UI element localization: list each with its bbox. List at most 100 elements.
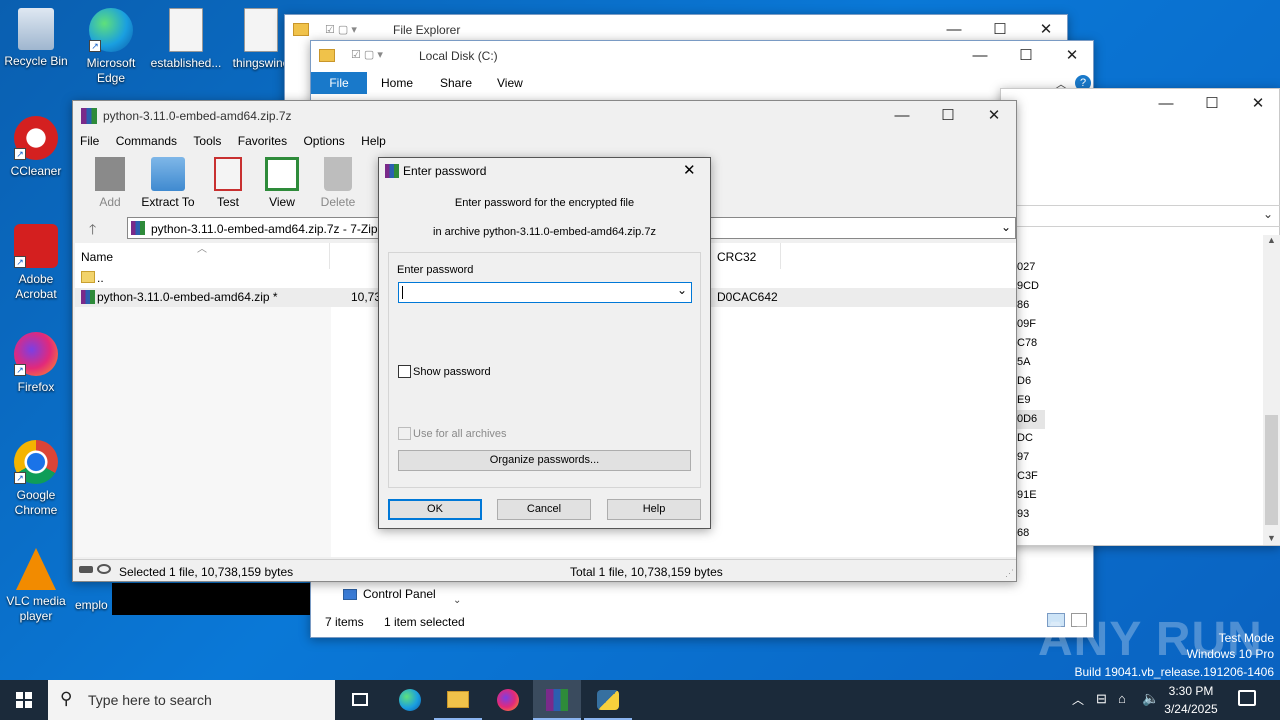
desktop-icon-edge[interactable]: ↗ Microsoft Edge xyxy=(75,8,147,86)
chevron-down-icon[interactable]: ⌄ xyxy=(1263,207,1273,221)
scroll-down-icon[interactable]: ▼ xyxy=(1263,533,1280,543)
menu-commands[interactable]: Commands xyxy=(116,134,177,148)
maximize-button[interactable]: ☐ xyxy=(1189,89,1235,119)
minimize-button[interactable]: — xyxy=(957,41,1003,71)
password-input[interactable]: ⌄ xyxy=(398,282,692,303)
tool-label: Delete xyxy=(320,195,356,209)
vertical-scrollbar[interactable]: ▲ ▼ xyxy=(1263,235,1280,545)
password-label: Enter password xyxy=(397,264,474,276)
crc-cell: 86 xyxy=(1017,299,1030,311)
windows-logo-icon xyxy=(16,692,32,708)
menu-tools[interactable]: Tools xyxy=(193,134,221,148)
crc-cell: E9 xyxy=(1017,394,1031,406)
nav-item-label: Control Panel xyxy=(363,587,436,601)
desktop-icon-firefox[interactable]: ↗ Firefox xyxy=(0,332,72,395)
tray-chevron-up-icon[interactable]: ︿ xyxy=(1072,691,1084,708)
view-button[interactable]: View xyxy=(253,157,311,209)
menu-file[interactable]: File xyxy=(80,134,99,148)
os-text: Windows 10 Pro xyxy=(1186,647,1274,661)
truncated-count: 4 i xyxy=(297,588,310,602)
add-button[interactable]: Add xyxy=(81,157,139,209)
nav-pane-control-panel[interactable]: Control Panel xyxy=(343,587,436,601)
desktop-icon-vlc[interactable]: VLC media player xyxy=(0,548,72,624)
row-crc: D0CAC642 xyxy=(717,290,778,304)
desktop-icon-chrome[interactable]: ↗ Google Chrome xyxy=(0,440,72,518)
desktop-icon-ccleaner[interactable]: ↗ CCleaner xyxy=(0,116,72,179)
menu-favorites[interactable]: Favorites xyxy=(238,134,287,148)
minimize-button[interactable]: — xyxy=(879,101,925,131)
ribbon-tab-home[interactable]: Home xyxy=(381,76,413,90)
start-button[interactable] xyxy=(0,680,48,720)
notification-icon[interactable] xyxy=(1238,690,1256,706)
third-window[interactable]: — ☐ ✕ ⌄ 027 9CD 86 09F C78 5A D6 E9 0D6 … xyxy=(1000,88,1280,546)
black-panel xyxy=(112,583,310,615)
crc-cell: 09F xyxy=(1017,318,1036,330)
close-button[interactable]: ✕ xyxy=(971,101,1017,131)
cancel-button[interactable]: Cancel xyxy=(497,499,591,520)
build-text: Build 19041.vb_release.191206-1406 xyxy=(1074,665,1275,679)
crc-cell: 9CD xyxy=(1017,280,1040,292)
maximize-button[interactable]: ☐ xyxy=(925,101,971,131)
taskbar: ⚲ Type here to search ︿ ⊟ ⌂ 🔈 3:30 PM 3/… xyxy=(0,680,1280,720)
column-label: Name xyxy=(81,250,114,264)
crc-cell: DC xyxy=(1017,432,1033,444)
edge-icon xyxy=(399,689,421,711)
ok-button[interactable]: OK xyxy=(388,499,482,520)
resize-grip-icon[interactable]: ⋰ xyxy=(1005,568,1014,579)
desktop-icon-emplo[interactable]: emplo xyxy=(75,598,115,613)
search-box[interactable]: ⚲ Type here to search xyxy=(48,680,335,720)
tool-label: Extract To xyxy=(141,195,195,209)
taskbar-edge[interactable] xyxy=(386,680,434,720)
delete-button[interactable]: Delete xyxy=(309,157,367,209)
desktop-icon-label: Adobe Acrobat xyxy=(15,272,57,301)
task-view-button[interactable] xyxy=(336,680,384,720)
close-button[interactable]: ✕ xyxy=(1049,41,1095,71)
desktop-icon-established[interactable]: established... xyxy=(150,8,222,71)
taskbar-firefox[interactable] xyxy=(484,680,532,720)
taskbar-winrar[interactable] xyxy=(533,680,581,720)
status-total-text: Total 1 file, 10,738,159 bytes xyxy=(570,565,723,579)
task-view-icon xyxy=(352,693,368,706)
menu-help[interactable]: Help xyxy=(361,134,386,148)
chevron-down-icon[interactable]: ⌄ xyxy=(1001,220,1011,234)
use-all-checkbox[interactable] xyxy=(398,427,411,440)
clipboard-check-icon xyxy=(214,157,242,191)
help-button[interactable]: Help xyxy=(607,499,701,520)
ccleaner-icon: ↗ xyxy=(14,116,58,160)
ribbon-tab-view[interactable]: View xyxy=(497,76,523,90)
taskbar-python[interactable] xyxy=(584,680,632,720)
show-password-checkbox[interactable] xyxy=(398,365,411,378)
taskbar-file-explorer[interactable] xyxy=(434,680,482,720)
clock-date[interactable]: 3/24/2025 xyxy=(1160,702,1222,716)
column-header-name[interactable]: Name ︿ xyxy=(75,243,330,269)
wifi-tray-icon[interactable]: ⌂ xyxy=(1118,691,1126,706)
use-all-label: Use for all archives xyxy=(413,428,507,440)
network-tray-icon[interactable]: ⊟ xyxy=(1096,691,1107,707)
close-button[interactable]: ✕ xyxy=(1235,89,1280,119)
clock-time[interactable]: 3:30 PM xyxy=(1160,684,1222,698)
chevron-down-icon[interactable]: ⌄ xyxy=(677,283,687,297)
menu-options[interactable]: Options xyxy=(303,134,344,148)
desktop-icon-acrobat[interactable]: ↗ Adobe Acrobat xyxy=(0,224,72,302)
volume-icon[interactable]: 🔈 xyxy=(1142,690,1159,707)
address-dropdown[interactable] xyxy=(1001,205,1280,227)
up-arrow-icon[interactable]: 🡑 xyxy=(89,219,96,243)
extract-to-button[interactable]: Extract To xyxy=(139,157,197,209)
scroll-thumb[interactable] xyxy=(1265,415,1278,525)
minimize-button[interactable]: — xyxy=(1143,89,1189,119)
desktop-icon-label: Firefox xyxy=(17,380,55,394)
ribbon-tab-file[interactable]: File xyxy=(311,72,367,94)
maximize-button[interactable]: ☐ xyxy=(1003,41,1049,71)
organize-passwords-button[interactable]: Organize passwords... xyxy=(398,450,691,471)
scroll-up-icon[interactable]: ▲ xyxy=(1263,235,1280,245)
row-name: .. xyxy=(97,271,104,285)
desktop-icon-label: CCleaner xyxy=(10,164,62,178)
test-button[interactable]: Test xyxy=(199,157,257,209)
close-icon[interactable]: ✕ xyxy=(683,161,696,179)
password-dialog[interactable]: Enter password ✕ Enter password for the … xyxy=(378,157,711,529)
column-header-crc[interactable]: CRC32 xyxy=(711,243,781,269)
chevron-down-icon[interactable]: ⌄ xyxy=(453,595,461,606)
control-panel-icon xyxy=(343,589,357,601)
ribbon-tab-share[interactable]: Share xyxy=(440,76,472,90)
desktop-icon-recycle-bin[interactable]: Recycle Bin xyxy=(0,8,72,69)
